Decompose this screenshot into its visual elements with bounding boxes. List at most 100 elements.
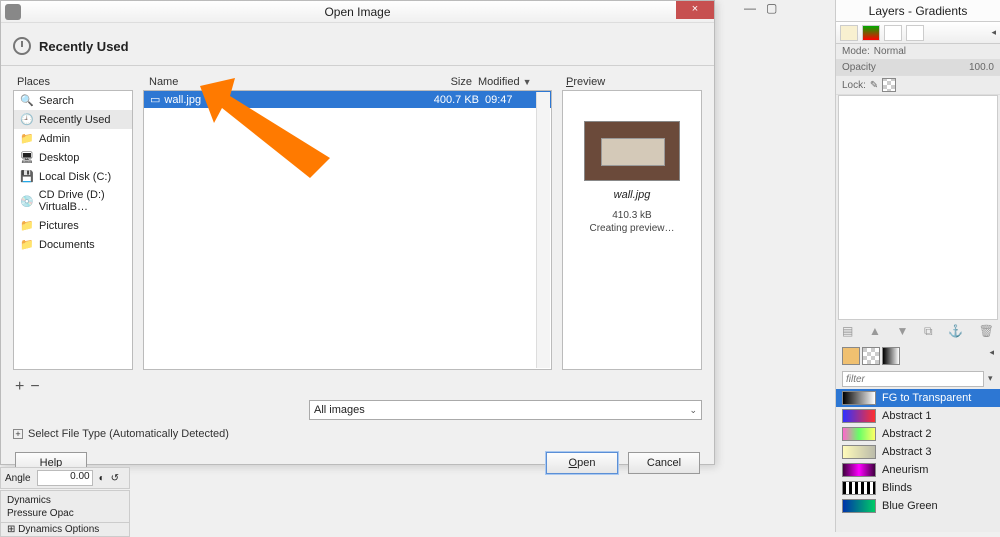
brushes-tab-icon[interactable] [842, 347, 860, 365]
gradient-preview [842, 391, 876, 405]
place-label: Admin [39, 133, 70, 145]
place-label: Recently Used [39, 114, 111, 126]
open-image-dialog: Open Image × Recently Used Places 🔍 Searc… [0, 0, 715, 465]
mode-dropdown[interactable]: Normal [874, 46, 906, 57]
column-size[interactable]: Size [408, 76, 478, 88]
angle-dial-icon[interactable]: ◐ [99, 473, 105, 484]
place-label: Documents [39, 239, 95, 251]
place-icon: 🔍 [20, 94, 34, 107]
place-item[interactable]: 💾Local Disk (C:) [14, 167, 132, 186]
angle-value[interactable]: 0.00 [37, 470, 93, 486]
mode-row: Mode: Normal [836, 44, 1000, 60]
gradient-item[interactable]: Blinds [836, 479, 1000, 497]
dialog-titlebar: Open Image × [1, 1, 714, 23]
file-list[interactable]: ▭wall.jpg400.7 KB09:47 [143, 90, 552, 370]
layer-action-icons: ▤ ▲ ▼ ⧉ ⚓ 🗑 [836, 320, 1000, 343]
gradient-preview [842, 445, 876, 459]
location-breadcrumb: Recently Used [1, 23, 714, 66]
panel-menu-icon[interactable]: ◂ [991, 27, 996, 38]
place-icon: 💿 [20, 195, 34, 208]
places-column: Places 🔍Search🕘Recently Used📁Admin🖥Deskt… [13, 74, 133, 370]
open-button[interactable]: Open [546, 452, 618, 474]
anchor-layer-icon[interactable]: ⚓ [948, 324, 963, 339]
place-item[interactable]: 🔍 Search [14, 91, 132, 110]
add-bookmark-button[interactable]: + [15, 378, 24, 396]
file-filter-dropdown[interactable]: All images ⌄ [309, 400, 702, 420]
opacity-value[interactable]: 100.0 [969, 62, 994, 73]
layers-gradients-panel: Layers - Gradients ◂ Mode: Normal Opacit… [835, 0, 1000, 532]
gradient-preview [842, 463, 876, 477]
place-item[interactable]: 🕘 Recently Used [14, 110, 132, 129]
opacity-row[interactable]: Opacity 100.0 [836, 60, 1000, 76]
preview-meta: 410.3 kB Creating preview… [589, 209, 674, 235]
select-file-type-expander[interactable]: + Select File Type (Automatically Detect… [1, 422, 714, 446]
place-icon: 🕘 [20, 113, 34, 126]
lower-layer-icon[interactable]: ▼ [896, 324, 908, 339]
scrollbar[interactable] [536, 92, 550, 368]
layers-tab-icon[interactable] [840, 25, 858, 41]
places-header: Places [13, 74, 133, 90]
dynamics-options-expander[interactable]: ⊞ Dynamics Options [0, 522, 130, 537]
close-button[interactable]: × [676, 1, 714, 19]
channels-tab-icon[interactable] [862, 25, 880, 41]
place-item[interactable]: 💿 CD Drive (D:) VirtualB… [14, 186, 132, 216]
remove-bookmark-button[interactable]: − [30, 378, 39, 396]
gradient-preview [842, 481, 876, 495]
gradients-tab-icon[interactable] [882, 347, 900, 365]
plus-icon: ⊞ [7, 524, 15, 535]
paths-tab-icon[interactable] [884, 25, 902, 41]
panel-menu-icon-2[interactable]: ◂ [989, 347, 994, 365]
places-list[interactable]: 🔍Search🕘Recently Used📁Admin🖥Desktop💾Loca… [13, 90, 133, 370]
gradient-name: Aneurism [882, 464, 928, 476]
cancel-button[interactable]: Cancel [628, 452, 700, 474]
gradient-item[interactable]: Aneurism [836, 461, 1000, 479]
undo-tab-icon[interactable] [906, 25, 924, 41]
gradient-item[interactable]: FG to Transparent [836, 389, 1000, 407]
reset-icon[interactable]: ↺ [111, 473, 119, 484]
gradient-item[interactable]: Blue Green [836, 497, 1000, 515]
layers-list-empty [838, 95, 998, 320]
duplicate-layer-icon[interactable]: ⧉ [924, 324, 933, 339]
delete-layer-icon[interactable]: 🗑 [979, 324, 994, 339]
minimize-button[interactable]: — [744, 1, 766, 15]
place-label: CD Drive (D:) VirtualB… [39, 189, 126, 213]
preview-column: Preview wall.jpg 410.3 kB Creating previ… [562, 74, 702, 370]
gradient-item[interactable]: Abstract 2 [836, 425, 1000, 443]
lock-alpha-icon[interactable] [882, 78, 896, 92]
gradient-list[interactable]: FG to Transparent Abstract 1 Abstract 2Abs… [836, 389, 1000, 515]
raise-layer-icon[interactable]: ▲ [869, 324, 881, 339]
place-label: Search [39, 95, 74, 107]
dynamics-block[interactable]: Dynamics Pressure Opac [0, 490, 130, 524]
file-row[interactable]: ▭wall.jpg400.7 KB09:47 [144, 91, 551, 108]
place-icon: 📁 [20, 219, 34, 232]
preview-thumbnail [584, 121, 680, 181]
gradient-filter-input[interactable] [842, 371, 984, 387]
place-item[interactable]: 📁 Pictures [14, 216, 132, 235]
gradient-name: Blue Green [882, 500, 938, 512]
maximize-button[interactable]: ▢ [766, 1, 787, 15]
panel-tabs[interactable]: ◂ [836, 22, 1000, 44]
new-layer-icon[interactable]: ▤ [842, 324, 853, 339]
clock-icon [13, 37, 31, 55]
gradient-name: FG to Transparent [882, 392, 971, 404]
preview-filename: wall.jpg [614, 189, 651, 201]
plus-icon: + [13, 429, 23, 439]
patterns-tab-icon[interactable] [862, 347, 880, 365]
column-name[interactable]: Name [149, 76, 408, 88]
column-modified[interactable]: Modified ▼ [478, 76, 548, 88]
file-name: wall.jpg [164, 94, 201, 106]
gradient-item[interactable]: Abstract 1 [836, 407, 1000, 425]
place-item[interactable]: 🖥Desktop [14, 148, 132, 167]
place-label: Local Disk (C:) [39, 171, 111, 183]
lock-pixels-icon[interactable]: ✎ [870, 80, 878, 91]
place-item[interactable]: 📁 Documents [14, 235, 132, 254]
place-label: Pictures [39, 220, 79, 232]
place-label: Desktop [39, 152, 79, 164]
gradient-name: Blinds [882, 482, 912, 494]
chevron-down-icon[interactable]: ▾ [984, 371, 997, 387]
gradient-item[interactable]: Abstract 3 [836, 443, 1000, 461]
place-icon: 📁 [20, 238, 34, 251]
gradient-name: Abstract 1 [882, 410, 932, 422]
place-item[interactable]: 📁Admin [14, 129, 132, 148]
angle-control[interactable]: Angle 0.00 ◐ ↺ [0, 467, 130, 489]
